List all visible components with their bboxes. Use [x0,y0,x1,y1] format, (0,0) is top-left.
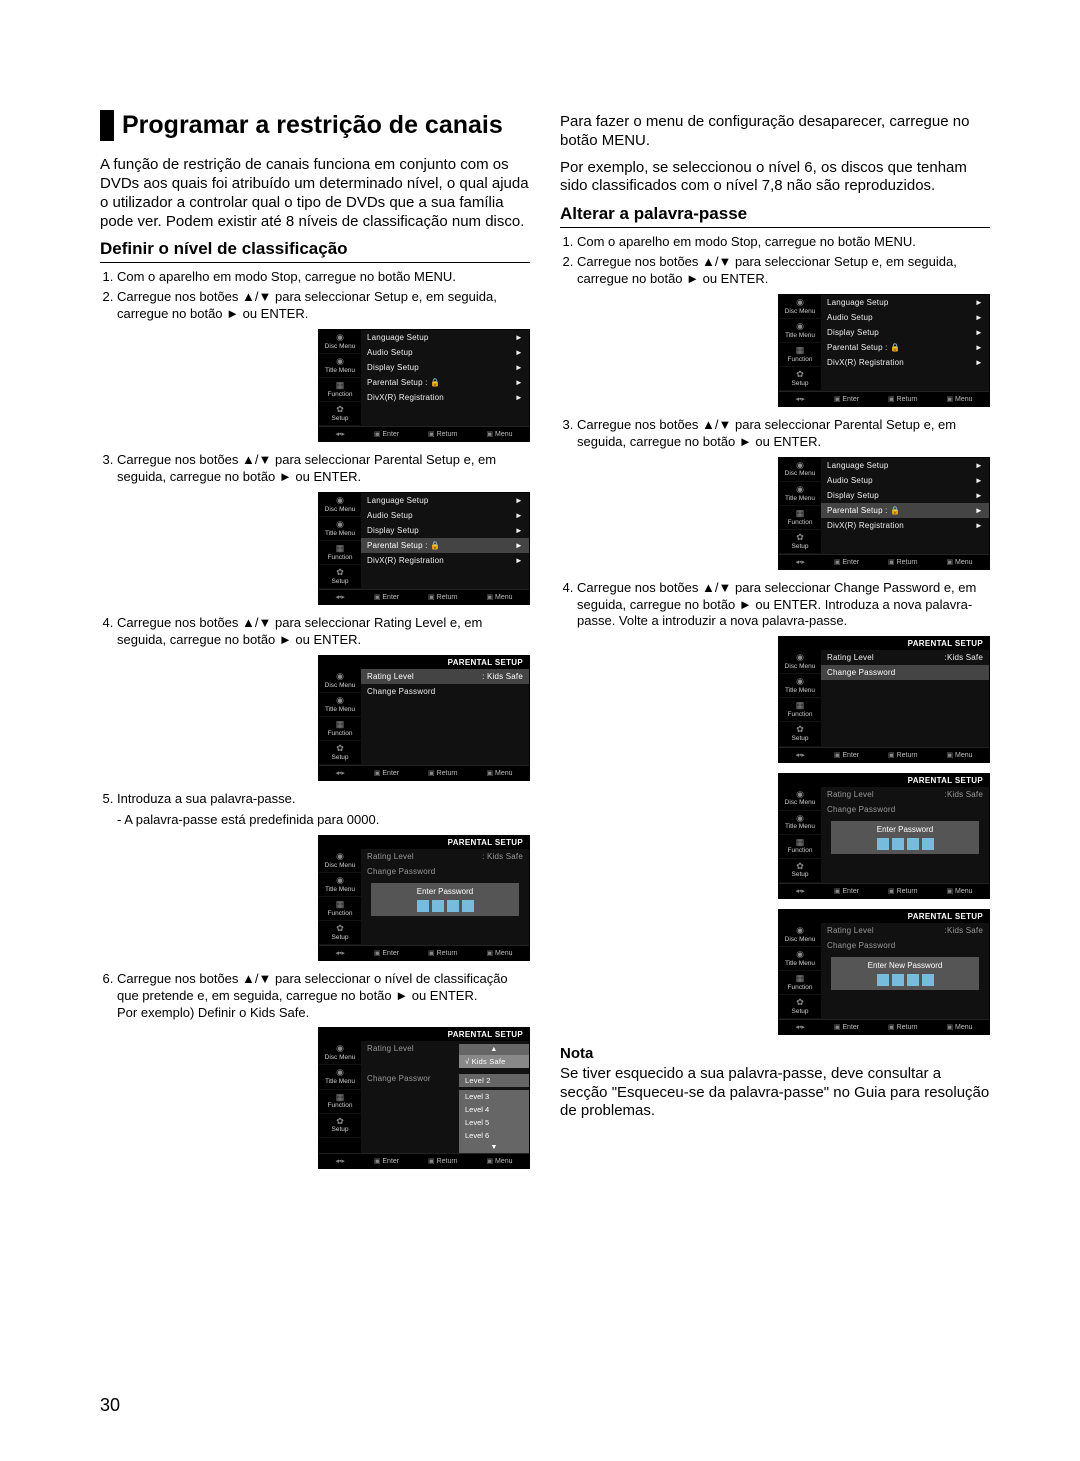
osd-parental-highlight: ◉Disc Menu ◉Title Menu ▦Function ✿Setup … [318,492,530,605]
disc-icon: ◉ [321,333,359,343]
subheading-define-level: Definir o nível de classificação [100,239,530,263]
osd-level-dropdown: PARENTAL SETUP ◉Disc Menu ◉Title Menu ▦F… [318,1027,530,1169]
osd-enter-new-password: PARENTAL SETUP ◉Disc Menu ◉Title Menu ▦F… [778,909,990,1035]
osd-setup-menu-r: ◉Disc Menu ◉Title Menu ▦Function ✿Setup … [778,294,990,407]
step-3: Carregue nos botões ▲/▼ para seleccionar… [117,452,530,486]
note-text: Se tiver esquecido a sua palavra-passe, … [560,1065,990,1121]
note-heading: Nota [560,1045,990,1062]
step-5-note: - A palavra-passe está predefinida para … [117,812,530,829]
steps-list-right: Carregue nos botões ▲/▼ para seleccionar… [560,580,990,631]
rstep-4: Carregue nos botões ▲/▼ para seleccionar… [577,580,990,631]
steps-list: Com o aparelho em modo Stop, carregue no… [100,269,530,323]
steps-list: Carregue nos botões ▲/▼ para seleccionar… [100,971,530,1022]
function-icon: ▦ [321,381,359,391]
page-title: Programar a restrição de canais [122,110,503,141]
right-p1: Para fazer o menu de configuração desapa… [560,113,990,151]
steps-list-right: Com o aparelho em modo Stop, carregue no… [560,234,990,288]
step-4: Carregue nos botões ▲/▼ para seleccionar… [117,615,530,649]
step-1: Com o aparelho em modo Stop, carregue no… [117,269,530,286]
steps-list-right: Carregue nos botões ▲/▼ para seleccionar… [560,417,990,451]
osd-parental-rating: PARENTAL SETUP ◉Disc Menu ◉Title Menu ▦F… [318,655,530,781]
step-2: Carregue nos botões ▲/▼ para seleccionar… [117,289,530,323]
osd-parental-highlight-r: ◉Disc Menu ◉Title Menu ▦Function ✿Setup … [778,457,990,570]
rstep-3: Carregue nos botões ▲/▼ para seleccionar… [577,417,990,451]
steps-list: Carregue nos botões ▲/▼ para seleccionar… [100,615,530,649]
step-5: Introduza a sua palavra-passe. [117,791,530,808]
steps-list: Introduza a sua palavra-passe. [100,791,530,808]
osd-change-password: PARENTAL SETUP ◉Disc Menu ◉Title Menu ▦F… [778,636,990,762]
rstep-2: Carregue nos botões ▲/▼ para seleccionar… [577,254,990,288]
step-6: Carregue nos botões ▲/▼ para seleccionar… [117,971,530,1022]
osd-enter-password: PARENTAL SETUP ◉Disc Menu ◉Title Menu ▦F… [318,835,530,961]
osd-setup-menu: ◉Disc Menu ◉Title Menu ▦Function ✿Setup … [318,329,530,442]
rstep-1: Com o aparelho em modo Stop, carregue no… [577,234,990,251]
osd-enter-password-r: PARENTAL SETUP ◉Disc Menu ◉Title Menu ▦F… [778,773,990,899]
page-number: 30 [100,1395,120,1416]
title-icon: ◉ [321,357,359,367]
subheading-change-password: Alterar a palavra-passe [560,204,990,228]
intro-text: A função de restrição de canais funciona… [100,156,530,231]
right-p2: Por exemplo, se seleccionou o nível 6, o… [560,159,990,197]
section-title: Programar a restrição de canais [100,110,530,141]
setup-icon: ✿ [321,405,359,415]
steps-list: Carregue nos botões ▲/▼ para seleccionar… [100,452,530,486]
